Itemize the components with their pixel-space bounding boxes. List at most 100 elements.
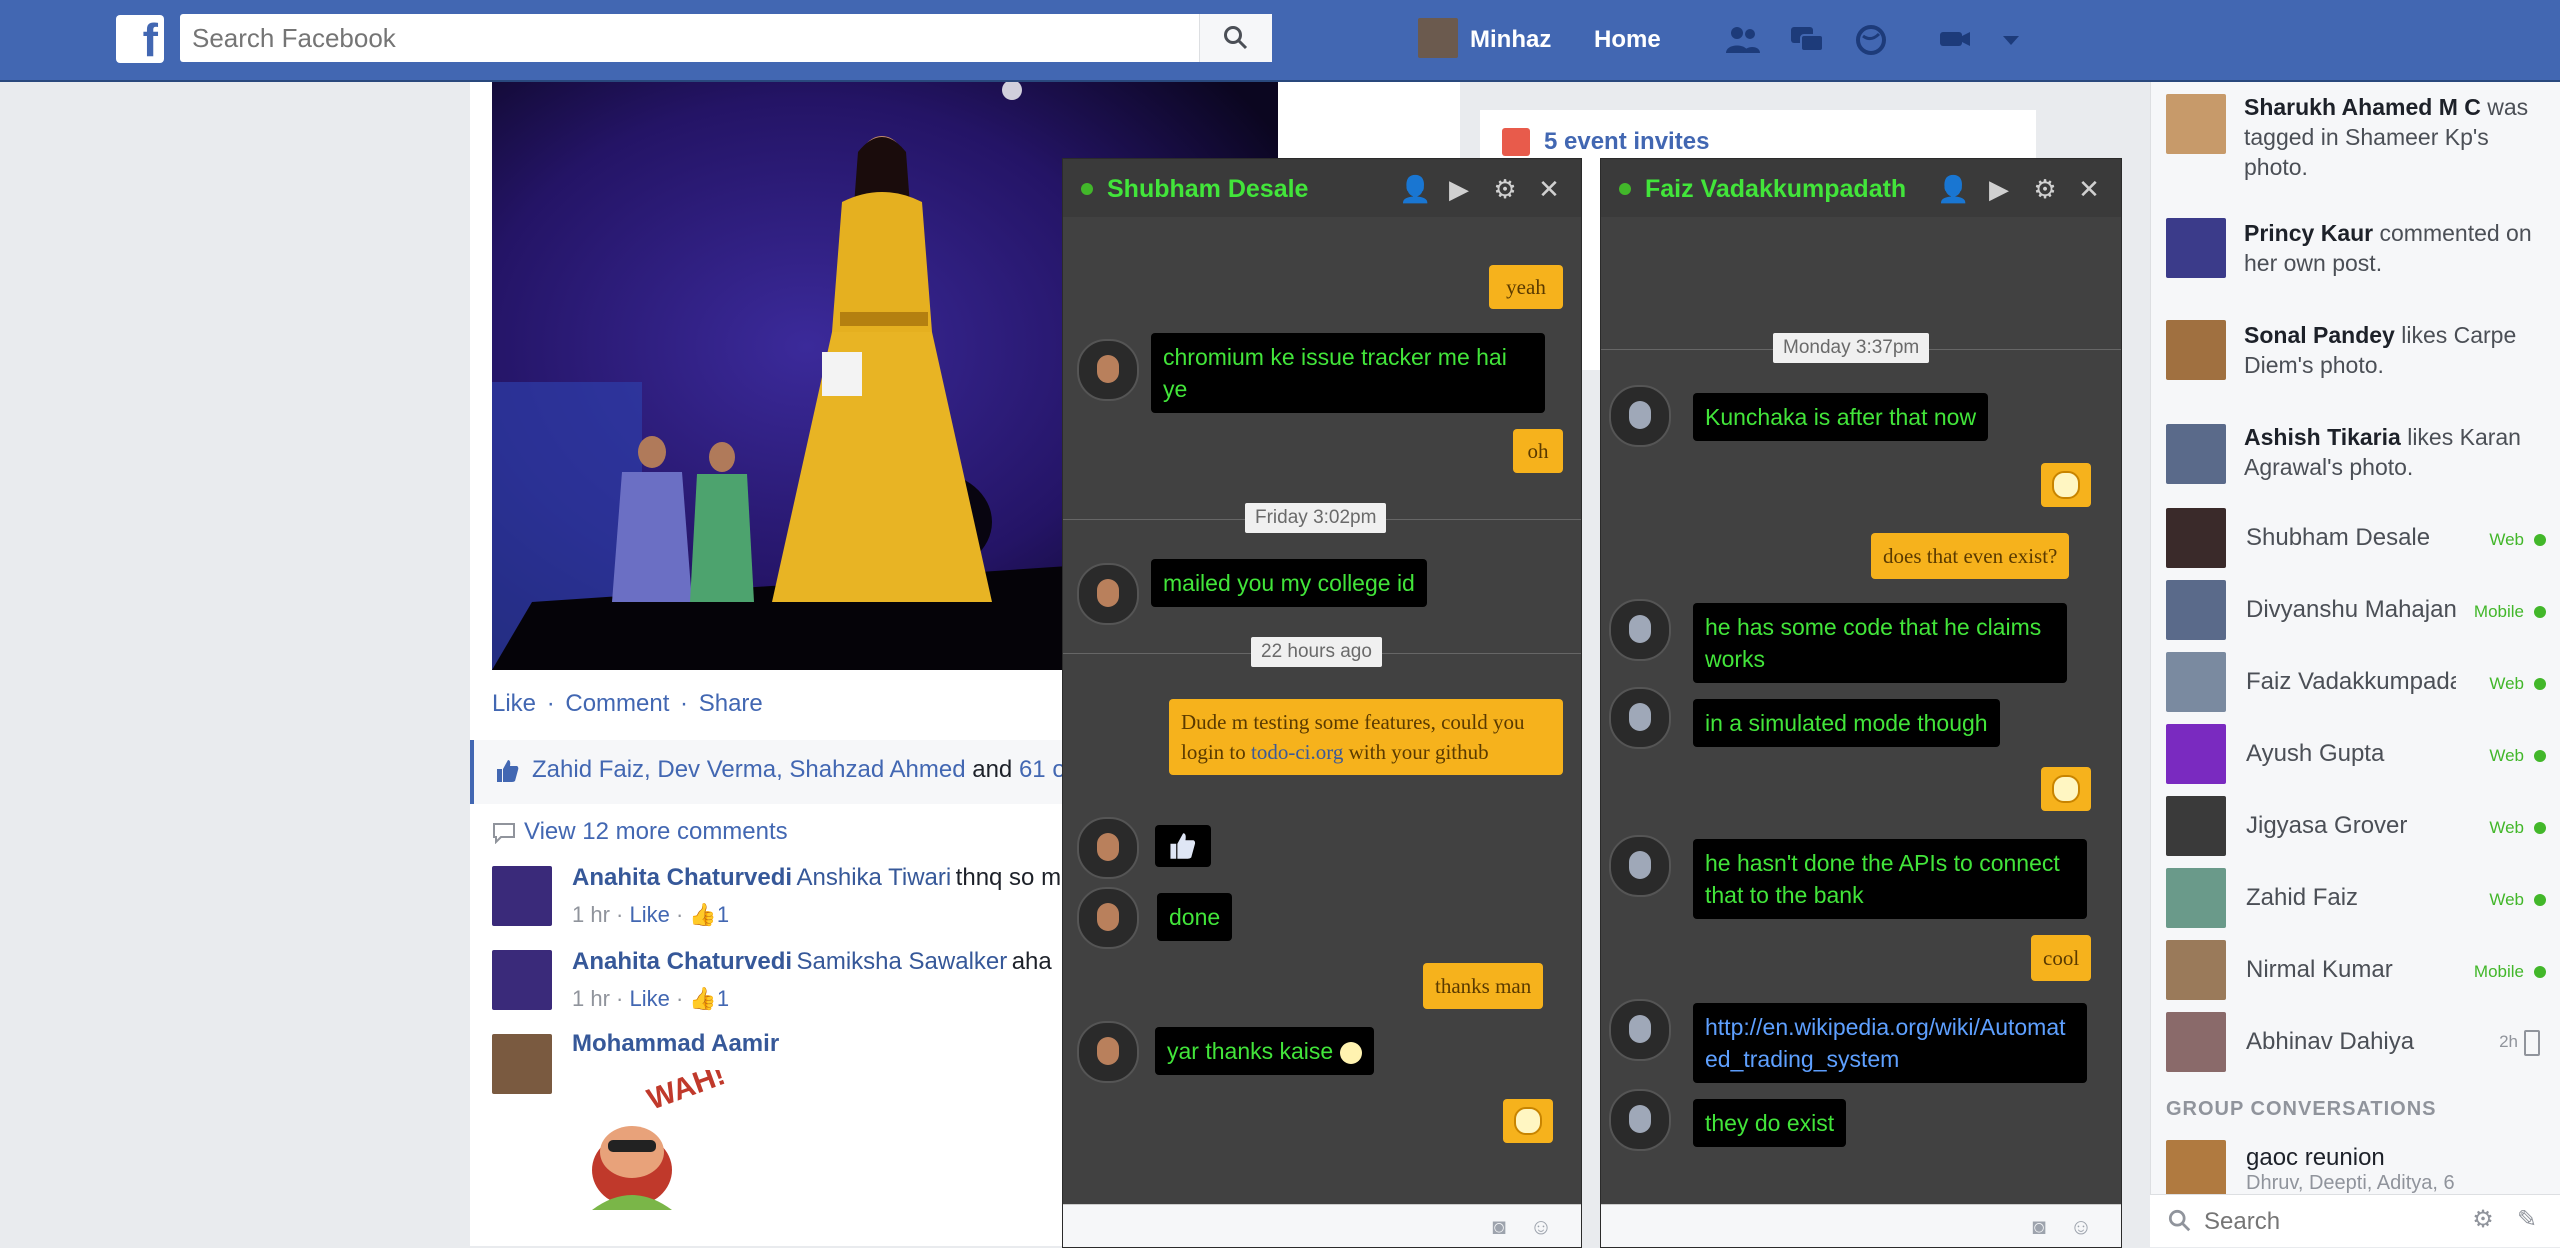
contact-status: 2h: [2499, 1032, 2518, 1051]
online-status-dot: [2534, 822, 2546, 834]
ticker-story[interactable]: Princy Kaur commented on her own post.: [2244, 218, 2544, 278]
account-menu-chevron-down-icon[interactable]: [1990, 20, 2032, 60]
share-link[interactable]: Share: [699, 690, 763, 717]
ticker-story[interactable]: Sharukh Ahamed M C was tagged in Shameer…: [2244, 92, 2544, 182]
comment-author[interactable]: Anahita Chaturvedi: [572, 864, 792, 891]
contact-name[interactable]: Divyanshu Mahajan: [2246, 596, 2456, 624]
group-members-preview: Dhruv, Deepti, Aditya, 6 others: [2246, 1172, 2456, 1194]
chat-input-bar[interactable]: ◙ ☺: [1601, 1204, 2121, 1247]
contact-name[interactable]: Shubham Desale: [2246, 524, 2456, 552]
chat-contact-name[interactable]: Faiz Vadakkumpadath: [1645, 175, 1906, 204]
emoji-picker-icon[interactable]: ☺: [2065, 1211, 2097, 1243]
camera-icon[interactable]: ◙: [2023, 1211, 2055, 1243]
add-friend-icon[interactable]: 👤: [1399, 173, 1431, 205]
close-icon[interactable]: ✕: [2073, 173, 2105, 205]
gear-icon[interactable]: ⚙: [2029, 173, 2061, 205]
comment-link[interactable]: Comment: [565, 690, 669, 717]
commenter-avatar[interactable]: [492, 1034, 552, 1094]
ticker-actor: Princy Kaur: [2244, 220, 2374, 246]
group-name[interactable]: gaoc reunion: [2246, 1144, 2456, 1172]
video-call-icon[interactable]: ▶: [1443, 173, 1475, 205]
search-button[interactable]: [1199, 14, 1272, 62]
group-avatar[interactable]: [2166, 1140, 2226, 1200]
contact-avatar[interactable]: [2166, 868, 2226, 928]
gear-icon[interactable]: ⚙: [2468, 1205, 2498, 1235]
chat-message-in: in a simulated mode though: [1693, 699, 2000, 747]
gear-icon[interactable]: ⚙: [1489, 173, 1521, 205]
like-link[interactable]: Like: [492, 690, 536, 717]
contact-name[interactable]: Ayush Gupta: [2246, 740, 2456, 768]
contact-avatar: [1609, 999, 1671, 1061]
chat-message-link[interactable]: http://en.wikipedia.org/wiki/Automated_t…: [1693, 1003, 2087, 1083]
contact-avatar: [1077, 563, 1139, 625]
search-input[interactable]: [180, 14, 1214, 62]
comment-mention[interactable]: Samiksha Sawalker: [796, 948, 1007, 975]
friend-requests-icon[interactable]: [1722, 20, 1764, 60]
add-friend-icon[interactable]: 👤: [1937, 173, 1969, 205]
chat-window-faiz: Faiz Vadakkumpadath 👤 ▶ ⚙ ✕ Monday 3:37p…: [1600, 158, 2122, 1248]
contact-avatar[interactable]: [2166, 580, 2226, 640]
comment-like-link[interactable]: Like: [629, 986, 669, 1011]
likes-summary: Zahid Faiz, Dev Verma, Shahzad Ahmed and…: [470, 740, 1162, 804]
new-message-icon[interactable]: ✎: [2512, 1205, 2542, 1235]
profile-avatar[interactable]: [1418, 18, 1458, 58]
contact-avatar[interactable]: [2166, 724, 2226, 784]
comment-author[interactable]: Mohammad Aamir: [572, 1030, 779, 1058]
comment-like-count[interactable]: 1: [717, 986, 729, 1011]
online-status-dot: [1081, 183, 1093, 195]
comment-meta: 1 hr · Like · 👍1: [572, 902, 730, 927]
event-invites-link[interactable]: 5 event invites: [1544, 128, 1709, 156]
chat-window-shubham: Shubham Desale 👤 ▶ ⚙ ✕ yeah chromium ke …: [1062, 158, 1582, 1248]
ticker-avatar[interactable]: [2166, 320, 2226, 380]
likers-names[interactable]: Zahid Faiz, Dev Verma, Shahzad Ahmed: [532, 756, 966, 783]
ticker-avatar[interactable]: [2166, 218, 2226, 278]
comment-mention[interactable]: Anshika Tiwari: [796, 864, 951, 891]
comment-like-count[interactable]: 1: [717, 902, 729, 927]
commenter-avatar[interactable]: [492, 866, 552, 926]
notifications-globe-icon[interactable]: [1850, 20, 1892, 60]
view-more-comments-link[interactable]: View 12 more comments: [492, 818, 788, 846]
chat-contact-name[interactable]: Shubham Desale: [1107, 175, 1308, 204]
online-status-dot: [2534, 534, 2546, 546]
contact-avatar[interactable]: [2166, 796, 2226, 856]
contact-name[interactable]: Nirmal Kumar: [2246, 956, 2456, 984]
smile-emoji-icon: [1339, 1041, 1362, 1064]
emoji-picker-icon[interactable]: ☺: [1525, 1211, 1557, 1243]
contact-avatar: [1077, 1021, 1139, 1083]
chat-header[interactable]: Faiz Vadakkumpadath 👤 ▶ ⚙ ✕: [1601, 159, 2121, 217]
ticker-avatar[interactable]: [2166, 424, 2226, 484]
privacy-shortcuts-icon[interactable]: [1934, 20, 1976, 60]
message-link[interactable]: todo-ci.org: [1251, 740, 1343, 764]
contact-status: Web: [2489, 746, 2524, 765]
chat-header[interactable]: Shubham Desale 👤 ▶ ⚙ ✕: [1063, 159, 1581, 217]
contact-name[interactable]: Jigyasa Grover: [2246, 812, 2456, 840]
messages-icon[interactable]: [1786, 20, 1828, 60]
contact-avatar[interactable]: [2166, 652, 2226, 712]
sidebar-search-input[interactable]: [2202, 1203, 2446, 1241]
comment-like-link[interactable]: Like: [629, 902, 669, 927]
video-call-icon[interactable]: ▶: [1983, 173, 2015, 205]
comment-time: 1 hr: [572, 986, 610, 1011]
contact-avatar[interactable]: [2166, 1012, 2226, 1072]
ticker-story[interactable]: Sonal Pandey likes Carpe Diem's photo.: [2244, 320, 2544, 380]
camera-icon[interactable]: ◙: [1483, 1211, 1515, 1243]
comment-author[interactable]: Anahita Chaturvedi: [572, 948, 792, 975]
contact-name[interactable]: Abhinav Dahiya: [2246, 1028, 2456, 1056]
chat-input-bar[interactable]: ◙ ☺: [1063, 1204, 1581, 1247]
contact-name[interactable]: Faiz Vadakkumpadath: [2246, 668, 2456, 696]
comment-like-thumb-icon: 👍: [689, 986, 717, 1011]
sticker-text: WAH!: [643, 1070, 729, 1117]
chat-message-in: chromium ke issue tracker me hai ye: [1151, 333, 1545, 413]
close-icon[interactable]: ✕: [1533, 173, 1565, 205]
contact-avatar[interactable]: [2166, 940, 2226, 1000]
ticker-avatar[interactable]: [2166, 94, 2226, 154]
online-status-dot: [2534, 894, 2546, 906]
ticker-story[interactable]: Ashish Tikaria likes Karan Agrawal's pho…: [2244, 422, 2544, 482]
commenter-avatar[interactable]: [492, 950, 552, 1010]
facebook-logo[interactable]: f: [116, 14, 164, 66]
profile-name-link[interactable]: Minhaz: [1470, 26, 1551, 54]
left-column: [0, 82, 470, 1246]
home-link[interactable]: Home: [1594, 26, 1661, 54]
contact-avatar[interactable]: [2166, 508, 2226, 568]
contact-name[interactable]: Zahid Faiz: [2246, 884, 2456, 912]
